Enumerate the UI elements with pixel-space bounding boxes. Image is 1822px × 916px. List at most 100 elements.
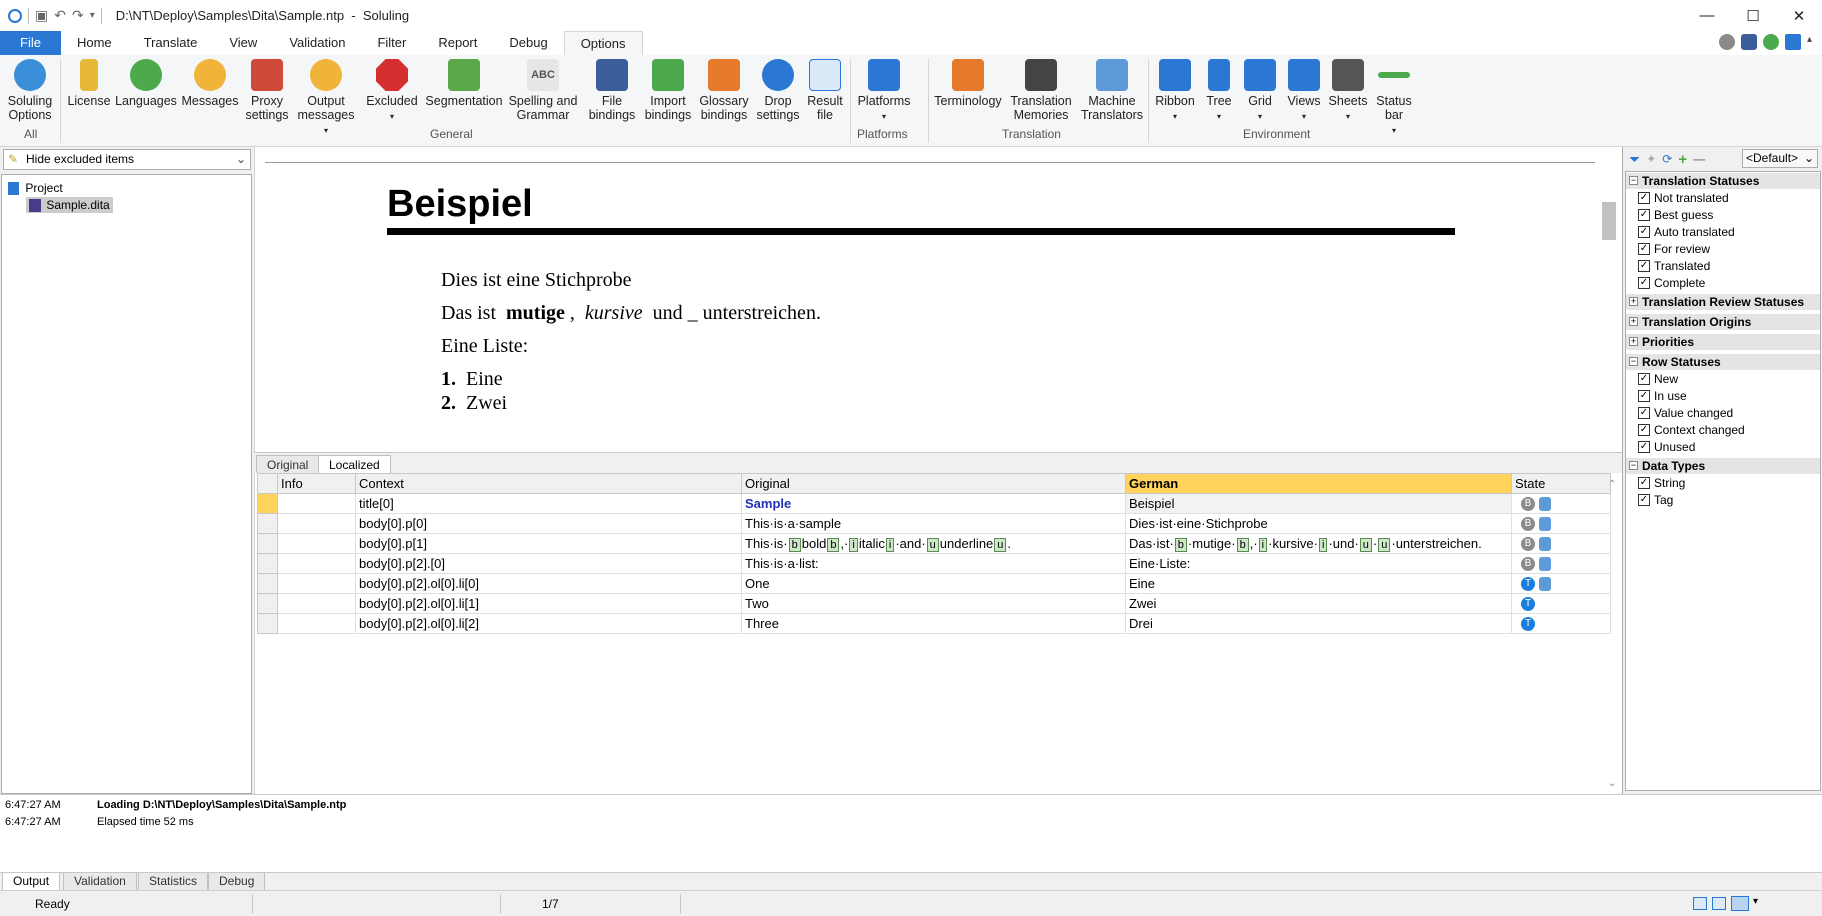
status-bar-button[interactable]: Status bar ▾ [1372,59,1416,138]
row-indicator[interactable] [257,593,278,614]
save-icon[interactable]: ▣ [35,7,48,24]
tab-localized[interactable]: Localized [318,455,391,474]
tree-button[interactable]: Tree ▾ [1202,59,1236,124]
row-indicator[interactable] [257,553,278,574]
filter-item[interactable]: ✓ For review [1638,241,1710,258]
table-row[interactable]: body[0].p[2].ol[0].li[0] One Eine T [257,573,1611,594]
filter-item[interactable]: ✓ Unused [1638,439,1695,456]
translation-cell[interactable]: Eine·Liste: [1125,553,1512,574]
table-row[interactable]: body[0].p[0] This·is·a·sample Dies·ist·e… [257,513,1611,534]
filter-item[interactable]: ✓ Translated [1638,258,1710,275]
section-priorities[interactable]: + Priorities [1626,334,1820,350]
drop-settings-button[interactable]: Drop settings [754,59,802,122]
soluling-options-button[interactable]: Soluling Options [6,59,54,122]
column-header-original[interactable]: Original [741,473,1126,494]
section-translation-origins[interactable]: + Translation Origins [1626,314,1820,330]
filter-preset-select[interactable]: <Default> ⌄ [1742,149,1818,168]
chevron-down-icon[interactable]: ▾ [1753,896,1758,907]
filter-item[interactable]: ✓ Best guess [1638,207,1713,224]
grid-scrollbar[interactable]: ⌃ ⌄ [1608,479,1618,789]
view-layout-icon[interactable] [1731,896,1749,911]
filter-item[interactable]: ✓ Value changed [1638,405,1733,422]
filter-item[interactable]: ✓ String [1638,475,1685,492]
translation-memories-button[interactable]: Translation Memories [1006,59,1076,122]
tab-file[interactable]: File [0,31,61,55]
machine-translators-button[interactable]: Machine Translators [1080,59,1144,122]
tab-options[interactable]: Options [563,31,643,55]
section-row-statuses[interactable]: − Row Statuses [1626,354,1820,370]
project-tree[interactable]: Project Sample.dita [1,174,252,794]
tab-debug-output[interactable]: Debug [208,873,266,891]
filter-item[interactable]: ✓ In use [1638,388,1687,405]
output-messages-button[interactable]: Output messages ▾ [295,59,357,138]
table-row[interactable]: title[0] Sample Beispiel B [257,493,1611,514]
refresh-icon[interactable]: ⟳ [1662,152,1672,166]
row-indicator[interactable] [257,573,278,594]
filter-item[interactable]: ✓ Tag [1638,492,1673,509]
close-icon[interactable]: ✕ [1776,0,1822,31]
section-data-types[interactable]: − Data Types [1626,458,1820,474]
ribbon-button[interactable]: Ribbon ▾ [1152,59,1198,124]
translation-cell[interactable]: Beispiel [1125,493,1512,514]
license-button[interactable]: License [66,59,112,108]
minimize-icon[interactable]: — [1684,0,1730,31]
tab-debug[interactable]: Debug [493,31,563,55]
column-header-german[interactable]: German [1125,473,1512,494]
tab-report[interactable]: Report [422,31,493,55]
tree-node-project[interactable]: Project [8,181,63,196]
filter-icon[interactable]: ⏷ [1629,151,1640,168]
scroll-thumb[interactable] [1602,202,1616,240]
views-button[interactable]: Views ▾ [1284,59,1324,124]
column-header-context[interactable]: Context [355,473,742,494]
result-file-button[interactable]: Result file [804,59,846,122]
ribbon-collapse-icon[interactable]: ▴ [1807,34,1812,50]
filter-item[interactable]: ✓ Context changed [1638,422,1745,439]
tab-statistics[interactable]: Statistics [138,873,209,891]
spelling-grammar-button[interactable]: ABC Spelling and Grammar [508,59,578,122]
section-translation-review-statuses[interactable]: + Translation Review Statuses [1626,294,1820,310]
segmentation-button[interactable]: Segmentation [424,59,504,108]
monitor-icon[interactable] [1784,34,1801,50]
undo-icon[interactable]: ↶ [54,7,66,24]
platforms-button[interactable]: Platforms ▾ [856,59,912,124]
binoculars-icon[interactable] [1740,34,1757,50]
maximize-icon[interactable]: ☐ [1730,0,1776,31]
filter-item[interactable]: ✓ New [1638,371,1678,388]
tab-original[interactable]: Original [256,455,320,474]
row-indicator[interactable] [257,493,278,514]
tab-home[interactable]: Home [61,31,128,55]
preview-scrollbar[interactable] [1602,167,1616,437]
eraser-icon[interactable]: ✦ [1646,152,1656,166]
translation-cell[interactable]: Zwei [1125,593,1512,614]
view-grid-icon[interactable] [1693,897,1707,910]
import-bindings-button[interactable]: Import bindings [642,59,694,122]
filter-item[interactable]: ✓ Complete [1638,275,1705,292]
proxy-settings-button[interactable]: Proxy settings [242,59,292,122]
tab-validation-output[interactable]: Validation [63,873,137,891]
column-header-state[interactable]: State [1511,473,1611,494]
remove-icon[interactable]: — [1693,152,1705,166]
translation-cell[interactable]: Drei [1125,613,1512,634]
filter-item[interactable]: ✓ Auto translated [1638,224,1735,241]
lightbulb-icon[interactable] [1762,34,1779,50]
table-row[interactable]: body[0].p[1] This·is· b bold b ,· i italic i ·an… [257,533,1611,554]
table-row[interactable]: body[0].p[2].ol[0].li[1] Two Zwei T [257,593,1611,614]
tab-validation[interactable]: Validation [273,31,361,55]
section-translation-statuses[interactable]: − Translation Statuses [1626,173,1820,189]
tab-view[interactable]: View [213,31,273,55]
tab-translate[interactable]: Translate [128,31,214,55]
tab-output[interactable]: Output [2,873,61,891]
translation-cell[interactable]: Eine [1125,573,1512,594]
redo-icon[interactable]: ↷ [72,7,84,24]
filter-item[interactable]: ✓ Not translated [1638,190,1729,207]
row-indicator[interactable] [257,613,278,634]
help-icon[interactable] [1718,34,1735,50]
grid-button[interactable]: Grid ▾ [1240,59,1280,124]
add-icon[interactable]: + [1678,151,1687,168]
translation-cell[interactable]: Das·ist· b ·mutige· b ,· i ·kursive· i ·und· u · u ·… [1125,533,1512,554]
row-indicator[interactable] [257,533,278,554]
translation-cell[interactable]: Dies·ist·eine·Stichprobe [1125,513,1512,534]
column-header-info[interactable]: Info [277,473,356,494]
scroll-down-icon[interactable]: ⌄ [1608,778,1616,789]
tab-filter[interactable]: Filter [361,31,422,55]
